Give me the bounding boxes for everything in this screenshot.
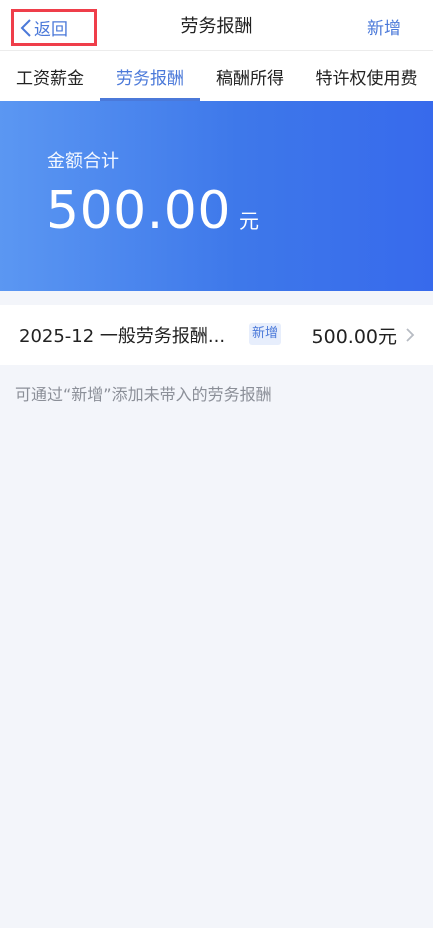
- summary-card: 金额合计 500.00 元: [0, 101, 433, 291]
- summary-unit: 元: [238, 209, 259, 233]
- chevron-left-icon: [20, 18, 31, 37]
- nav-bar: 返回 劳务报酬 新增: [0, 0, 433, 51]
- record-badge: 新增: [249, 323, 282, 345]
- tab-royalties[interactable]: 特许权使用费: [300, 51, 433, 101]
- tab-author-remuneration[interactable]: 稿酬所得: [200, 51, 300, 101]
- add-button[interactable]: 新增: [367, 14, 401, 39]
- summary-value: 500.00: [46, 181, 231, 241]
- tab-labor-remuneration[interactable]: 劳务报酬: [100, 51, 200, 101]
- back-button[interactable]: 返回: [11, 9, 97, 46]
- tab-bar: 工资薪金 劳务报酬 稿酬所得 特许权使用费: [0, 51, 433, 101]
- chevron-right-icon: [406, 328, 415, 342]
- back-label: 返回: [34, 20, 68, 40]
- summary-label: 金额合计: [47, 151, 119, 172]
- record-row[interactable]: 2025-12 一般劳务报酬... 新增 500.00元: [0, 305, 433, 365]
- tab-salary[interactable]: 工资薪金: [0, 51, 100, 101]
- hint-text: 可通过“新增”添加未带入的劳务报酬: [15, 385, 272, 404]
- summary-amount: 500.00 元: [46, 185, 259, 237]
- record-amount: 500.00元: [311, 325, 397, 348]
- page-title: 劳务报酬: [180, 16, 253, 37]
- record-title: 2025-12 一般劳务报酬...: [19, 326, 226, 347]
